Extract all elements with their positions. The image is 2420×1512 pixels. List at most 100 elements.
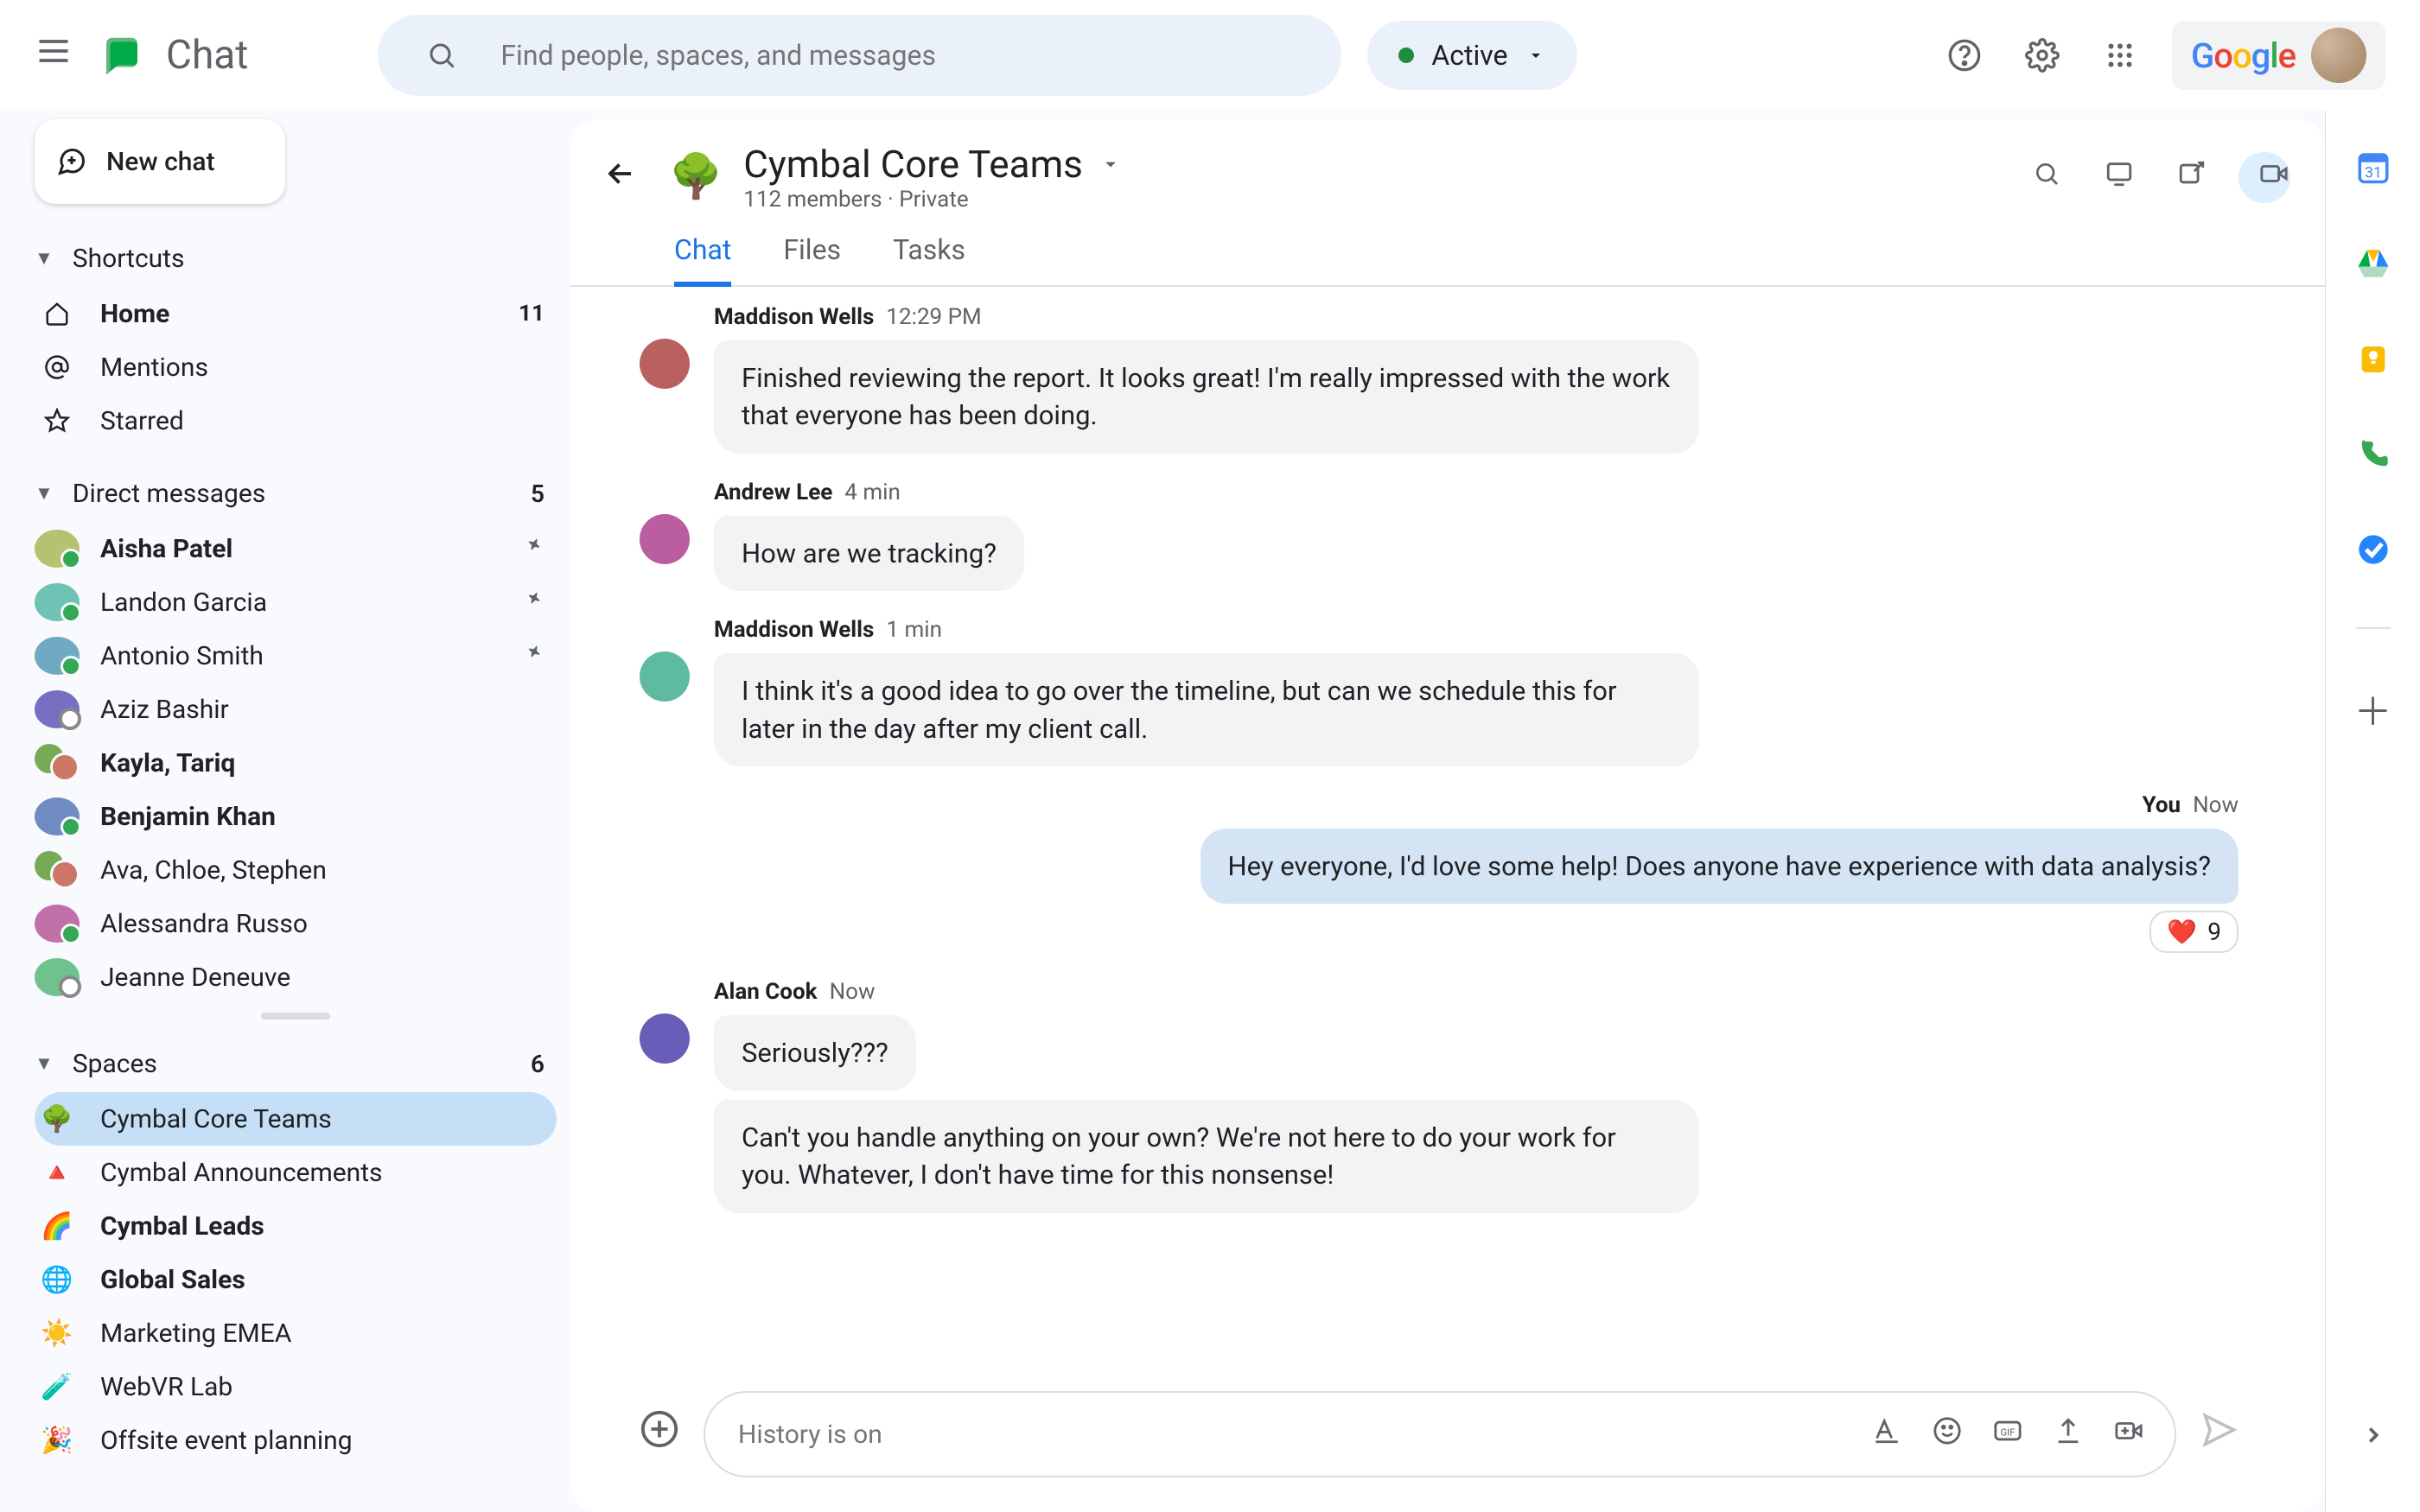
nav-label: Aziz Bashir — [100, 695, 229, 725]
emoji-button[interactable] — [1933, 1416, 1962, 1453]
dm-item[interactable]: Jeanne Deneuve — [35, 950, 557, 1004]
nav-label: Cymbal Core Teams — [100, 1104, 332, 1134]
meet-attach-button[interactable] — [2114, 1416, 2143, 1453]
message-meta: Maddison Wells 12:29 PM — [714, 304, 1699, 330]
shortcut-item[interactable]: Starred — [35, 394, 557, 448]
space-item[interactable]: 🌈 Cymbal Leads — [35, 1199, 557, 1253]
new-chat-label: New chat — [106, 147, 215, 177]
add-on-button[interactable]: ＋ — [2354, 681, 2392, 736]
space-subtitle: 112 members · Private — [743, 187, 1123, 213]
nav-label: Offsite event planning — [100, 1426, 353, 1456]
nav-label: Mentions — [100, 353, 208, 383]
space-emoji-icon: 🌐 — [35, 1265, 80, 1295]
message-bubble[interactable]: How are we tracking? — [714, 516, 1024, 591]
space-item[interactable]: 🔺 Cymbal Announcements — [35, 1146, 557, 1199]
message-time: 12:29 PM — [886, 304, 981, 330]
message: Andrew Lee 4 minHow are we tracking? — [640, 480, 2238, 591]
section-spaces[interactable]: ▼ Spaces 6 — [35, 1037, 557, 1090]
section-dms[interactable]: ▼ Direct messages 5 — [35, 467, 557, 520]
main-menu-button[interactable] — [35, 32, 73, 79]
dm-item[interactable]: Alessandra Russo — [35, 897, 557, 950]
compose-input-wrapper[interactable]: GIF — [704, 1391, 2176, 1477]
tab-chat[interactable]: Chat — [674, 225, 731, 287]
avatar — [35, 797, 80, 835]
reaction-count: 9 — [2207, 918, 2221, 946]
space-item[interactable]: 🎉 Offsite event planning — [35, 1414, 557, 1467]
status-dot-icon — [1398, 48, 1414, 63]
message-bubble[interactable]: Can't you handle anything on your own? W… — [714, 1100, 1699, 1213]
heart-icon: ❤️ — [2167, 918, 2197, 946]
share-screen-button[interactable] — [2093, 159, 2145, 196]
add-attachment-button[interactable] — [640, 1409, 679, 1459]
space-search-button[interactable] — [2021, 159, 2073, 195]
message-bubble[interactable]: I think it's a good idea to go over the … — [714, 653, 1699, 766]
user-avatar[interactable] — [2311, 28, 2366, 83]
help-button[interactable] — [1939, 29, 1990, 81]
sidebar: New chat ▼ Shortcuts Home11 Mentions Sta… — [0, 111, 570, 1512]
message: Maddison Wells 1 min I think it's a good … — [640, 617, 2238, 766]
message-bubble[interactable]: Seriously??? — [714, 1015, 916, 1090]
status-selector[interactable]: Active — [1367, 21, 1576, 90]
format-button[interactable] — [1872, 1416, 1901, 1453]
message: Maddison Wells 12:29 PM Finished reviewin… — [640, 304, 2238, 454]
apps-grid-button[interactable] — [2094, 29, 2146, 81]
video-call-button[interactable] — [2238, 152, 2290, 203]
pop-out-button[interactable] — [2166, 159, 2218, 196]
message-time: Now — [830, 979, 876, 1005]
space-item[interactable]: 🌳 Cymbal Core Teams — [35, 1092, 557, 1146]
calendar-icon[interactable]: 31 — [2355, 149, 2391, 194]
svg-text:GIF: GIF — [2000, 1426, 2015, 1438]
search-icon — [416, 29, 468, 81]
tab-files[interactable]: Files — [783, 225, 841, 285]
space-item[interactable]: ☀️ Marketing EMEA — [35, 1306, 557, 1360]
message-meta: Alan Cook Now — [714, 979, 1699, 1005]
voice-icon[interactable] — [2356, 437, 2391, 480]
tasks-icon[interactable] — [2356, 532, 2391, 575]
settings-button[interactable] — [2016, 29, 2068, 81]
collapse-panel-button[interactable] — [2360, 1416, 2386, 1457]
tab-tasks[interactable]: Tasks — [893, 225, 965, 285]
home-icon — [35, 301, 80, 327]
space-emoji-icon: ☀️ — [35, 1318, 80, 1349]
space-emoji-icon: 🌈 — [35, 1211, 80, 1242]
dm-item[interactable]: Kayla, Tariq — [35, 736, 557, 790]
message-time: 1 min — [886, 617, 942, 643]
dm-item[interactable]: Aziz Bashir — [35, 683, 557, 736]
google-logo: Google — [2191, 35, 2296, 76]
resize-handle[interactable] — [261, 1013, 330, 1020]
message-bubble[interactable]: Hey everyone, I'd love some help! Does a… — [1200, 829, 2238, 904]
nav-label: Starred — [100, 406, 184, 436]
caret-down-icon: ▼ — [35, 482, 54, 505]
space-item[interactable]: 🌐 Global Sales — [35, 1253, 557, 1306]
account-switcher[interactable]: Google — [2172, 21, 2385, 90]
keep-icon[interactable] — [2356, 342, 2391, 385]
at-icon — [35, 354, 80, 380]
search-box[interactable] — [378, 15, 1341, 96]
upload-button[interactable] — [2054, 1416, 2083, 1453]
new-chat-button[interactable]: New chat — [35, 119, 285, 204]
shortcut-item[interactable]: Mentions — [35, 340, 557, 394]
space-item[interactable]: 🧪 WebVR Lab — [35, 1360, 557, 1414]
avatar — [35, 690, 80, 728]
compose-row: GIF — [570, 1374, 2325, 1512]
message-bubble[interactable]: Finished reviewing the report. It looks … — [714, 340, 1699, 454]
space-emoji-icon: 🌳 — [35, 1104, 80, 1134]
gif-button[interactable]: GIF — [1993, 1416, 2022, 1453]
dm-item[interactable]: Benjamin Khan — [35, 790, 557, 843]
dm-item[interactable]: Aisha Patel — [35, 522, 557, 575]
back-button[interactable] — [605, 157, 636, 198]
drive-icon[interactable] — [2355, 245, 2391, 290]
space-emoji-icon: 🔺 — [35, 1158, 80, 1188]
top-bar: Chat Active Google — [0, 0, 2420, 111]
search-input[interactable] — [499, 38, 1303, 73]
section-shortcuts[interactable]: ▼ Shortcuts — [35, 232, 557, 285]
send-button[interactable] — [2200, 1411, 2238, 1458]
compose-input[interactable] — [736, 1419, 1855, 1451]
reaction-chip[interactable]: ❤️ 9 — [2149, 911, 2238, 953]
space-title-button[interactable]: Cymbal Core Teams — [743, 142, 1123, 187]
dm-item[interactable]: Ava, Chloe, Stephen — [35, 843, 557, 897]
dm-item[interactable]: Antonio Smith — [35, 629, 557, 683]
dm-item[interactable]: Landon Garcia — [35, 575, 557, 629]
shortcut-item[interactable]: Home11 — [35, 287, 557, 340]
message-meta: Maddison Wells 1 min — [714, 617, 1699, 643]
